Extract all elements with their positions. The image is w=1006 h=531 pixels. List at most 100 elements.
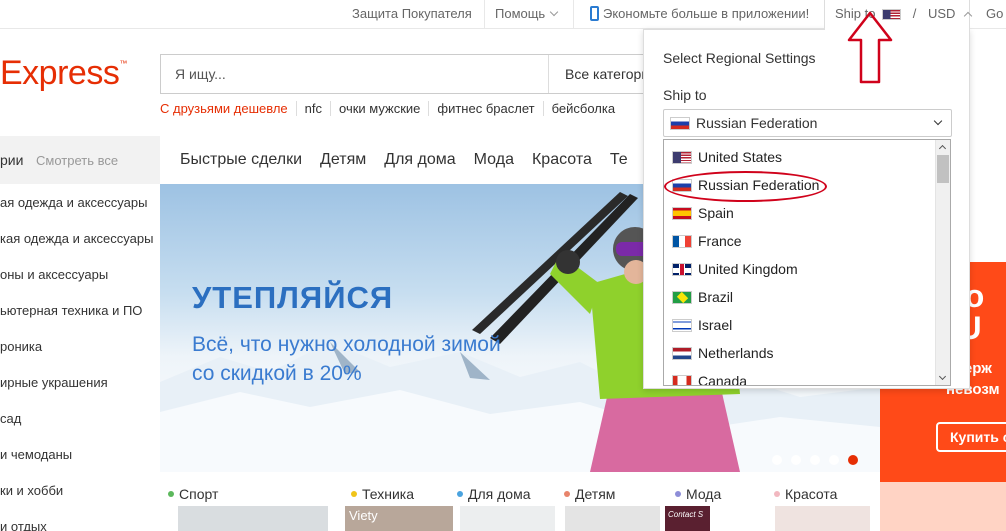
- ship-to-country-select[interactable]: Russian Federation: [663, 109, 952, 137]
- gb-flag-icon: [672, 263, 692, 276]
- tab-label: Детям: [575, 486, 616, 502]
- product-thumbnail[interactable]: [460, 506, 555, 531]
- nav-item-kids[interactable]: Детям: [320, 136, 366, 184]
- logo-text: Express: [0, 54, 120, 92]
- app-promo-label: Экономьте больше в приложении!: [603, 6, 810, 21]
- carousel-dots: [772, 452, 867, 470]
- carousel-dot[interactable]: [829, 455, 839, 465]
- tab-bullet: [351, 491, 357, 497]
- country-option-label: United Kingdom: [698, 261, 798, 277]
- category-item[interactable]: ки и хобби: [0, 472, 160, 508]
- carousel-dot[interactable]: [810, 455, 820, 465]
- panel-title: Select Regional Settings: [663, 50, 816, 66]
- country-option-label: Netherlands: [698, 345, 774, 361]
- tab-bullet: [774, 491, 780, 497]
- country-option[interactable]: Brazil: [664, 280, 950, 308]
- left-category-list: ая одежда и аксессуары кая одежда и аксе…: [0, 184, 160, 531]
- nav-item-beauty[interactable]: Красота: [532, 136, 592, 184]
- category-item[interactable]: оны и аксессуары: [0, 256, 160, 292]
- nav-item-flash-deals[interactable]: Быстрые сделки: [180, 136, 302, 184]
- nl-flag-icon: [672, 347, 692, 360]
- page-right-area: [970, 29, 1006, 262]
- tab-beauty[interactable]: Красота: [774, 486, 837, 502]
- highlight-oval-annotation: [664, 171, 827, 202]
- categories-label: рии: [0, 152, 24, 168]
- country-option[interactable]: United States: [664, 140, 950, 168]
- tab-tech[interactable]: Техника: [351, 486, 414, 502]
- category-item[interactable]: кая одежда и аксессуары: [0, 220, 160, 256]
- product-thumbnail[interactable]: [565, 506, 660, 531]
- banner-subtitle: Всё, что нужно холодной зимой со скидкой…: [192, 333, 501, 385]
- category-item[interactable]: ьютерная техника и ПО: [0, 292, 160, 328]
- country-option-label: United States: [698, 149, 783, 165]
- buyer-protection-link[interactable]: Защита Покупателя: [352, 0, 472, 28]
- country-option[interactable]: United Kingdom: [664, 252, 950, 280]
- chevron-up-icon: [963, 11, 973, 21]
- tab-label: Для дома: [468, 486, 531, 502]
- search-bar: Все категории: [160, 54, 657, 94]
- site-logo[interactable]: Express™: [0, 54, 127, 93]
- help-menu[interactable]: Помощь: [495, 0, 559, 28]
- chevron-down-icon: [933, 116, 943, 126]
- list-scrollbar[interactable]: [935, 140, 950, 385]
- hotword-link[interactable]: очки мужские: [330, 101, 428, 116]
- see-all-link[interactable]: Смотреть все: [36, 153, 118, 168]
- carousel-dot[interactable]: [791, 455, 801, 465]
- nav-item-tech[interactable]: Те: [610, 136, 628, 184]
- help-label: Помощь: [495, 6, 546, 21]
- category-item[interactable]: и отдых: [0, 508, 160, 531]
- language-menu[interactable]: Go: [986, 0, 1003, 28]
- search-input[interactable]: [161, 55, 548, 93]
- category-item[interactable]: ирные украшения: [0, 364, 160, 400]
- product-thumbnail[interactable]: Contact S: [665, 506, 710, 531]
- tab-label: Спорт: [179, 486, 219, 502]
- tab-fashion[interactable]: Мода: [675, 486, 721, 502]
- product-thumbnail[interactable]: Viety: [345, 506, 453, 531]
- tab-home[interactable]: Для дома: [457, 486, 531, 502]
- currency-label: USD: [927, 6, 956, 21]
- tab-bullet: [564, 491, 570, 497]
- promo-buy-button[interactable]: Купить с: [936, 422, 1006, 452]
- nav-item-fashion[interactable]: Мода: [474, 136, 514, 184]
- scroll-up-icon[interactable]: [938, 144, 947, 153]
- carousel-dot[interactable]: [848, 455, 858, 465]
- category-item[interactable]: ая одежда и аксессуары: [0, 184, 160, 220]
- br-flag-icon: [672, 291, 692, 304]
- tab-sport[interactable]: Спорт: [168, 486, 218, 502]
- selected-country: Russian Federation: [696, 115, 818, 131]
- hotword-link[interactable]: С друзьями дешевле: [160, 101, 296, 116]
- country-option[interactable]: Netherlands: [664, 336, 950, 364]
- scrollbar-thumb[interactable]: [937, 155, 949, 183]
- trademark-mark: ™: [119, 59, 127, 68]
- aliexpress-page: Защита Покупателя Помощь Экономьте больш…: [0, 0, 1006, 531]
- app-promo-link[interactable]: Экономьте больше в приложении!: [590, 0, 809, 28]
- country-option-label: Canada: [698, 373, 748, 386]
- fr-flag-icon: [672, 235, 692, 248]
- il-flag-icon: [672, 319, 692, 332]
- category-item[interactable]: сад: [0, 400, 160, 436]
- hotword-link[interactable]: nfc: [295, 101, 330, 116]
- hotword-link[interactable]: фитнес браслет: [428, 101, 542, 116]
- scroll-down-icon[interactable]: [938, 372, 947, 381]
- country-option[interactable]: Israel: [664, 308, 950, 336]
- product-thumbnail[interactable]: [178, 506, 328, 531]
- country-option-label: France: [698, 233, 742, 249]
- country-option[interactable]: Canada: [664, 364, 950, 386]
- ship-to-field-label: Ship to: [663, 87, 707, 103]
- phone-icon: [590, 6, 599, 21]
- search-category-select[interactable]: Все категории: [548, 55, 658, 93]
- banner-title: УТЕПЛЯЙСЯ: [192, 280, 394, 315]
- us-flag-icon: [672, 151, 692, 164]
- category-item[interactable]: и чемоданы: [0, 436, 160, 472]
- nav-item-home[interactable]: Для дома: [384, 136, 455, 184]
- country-option[interactable]: France: [664, 224, 950, 252]
- es-flag-icon: [672, 207, 692, 220]
- ru-flag-icon: [670, 117, 690, 130]
- hot-search-words: С друзьями дешевле nfc очки мужские фитнес …: [160, 101, 623, 116]
- hotword-link[interactable]: бейсболка: [542, 101, 623, 116]
- category-item[interactable]: роника: [0, 328, 160, 364]
- product-thumbnail[interactable]: [775, 506, 870, 531]
- chevron-down-icon: [549, 7, 559, 17]
- carousel-dot[interactable]: [772, 455, 782, 465]
- tab-kids[interactable]: Детям: [564, 486, 615, 502]
